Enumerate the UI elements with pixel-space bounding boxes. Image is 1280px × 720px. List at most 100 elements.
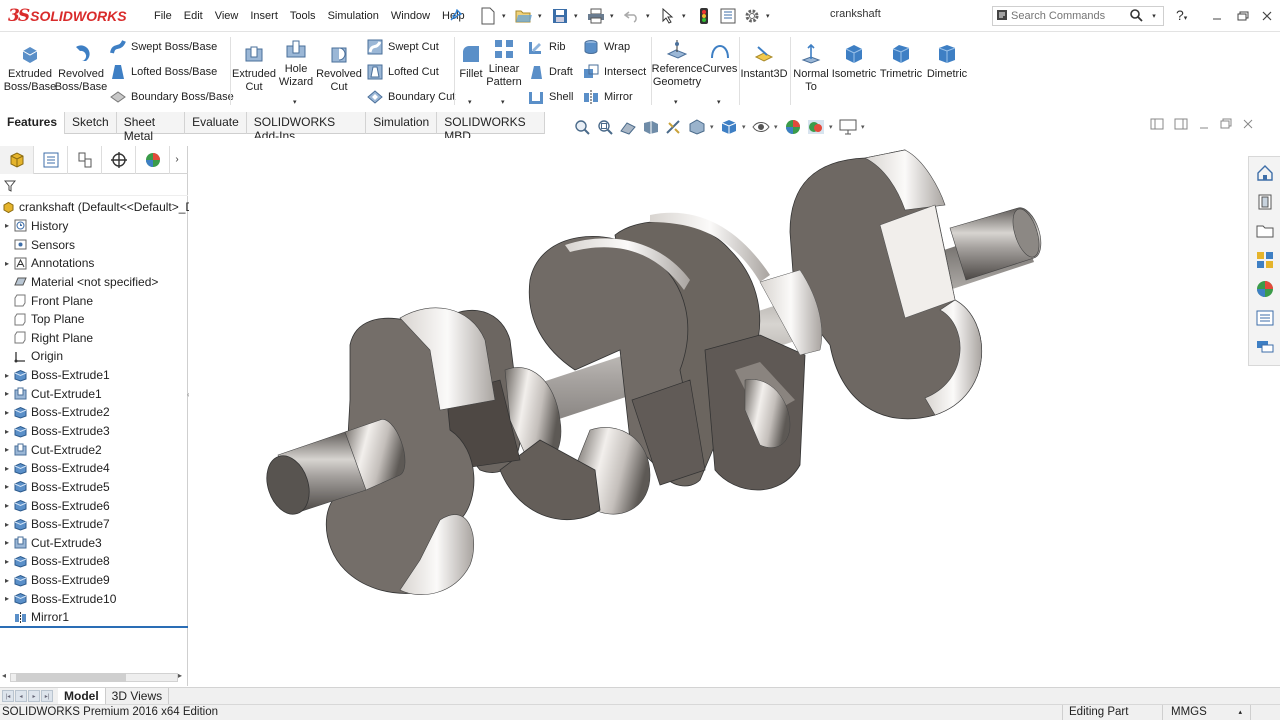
menu-view[interactable]: View xyxy=(209,10,245,22)
draft-button[interactable]: Draft xyxy=(528,63,573,81)
zoom-to-fit-icon[interactable] xyxy=(572,117,592,137)
design-library-icon[interactable] xyxy=(1251,189,1279,215)
tree-item[interactable]: ▸ Boss-Extrude8 xyxy=(0,552,188,571)
menu-tools[interactable]: Tools xyxy=(284,10,322,22)
options-gear-icon[interactable] xyxy=(742,6,762,26)
swept-boss-button[interactable]: Swept Boss/Base xyxy=(110,38,217,56)
configuration-manager-icon[interactable] xyxy=(68,145,102,174)
tree-item[interactable]: ▸ Cut-Extrude2 xyxy=(0,440,188,459)
hide-show-dropdown-icon[interactable]: ▾ xyxy=(774,123,780,131)
expand-arrow-icon[interactable]: ▸ xyxy=(0,464,14,473)
curves-dropdown-icon[interactable]: ▾ xyxy=(717,98,721,106)
rib-button[interactable]: Rib xyxy=(528,38,566,56)
file-properties-icon[interactable] xyxy=(718,6,738,26)
previous-view-icon[interactable] xyxy=(618,117,638,137)
menu-window[interactable]: Window xyxy=(385,10,436,22)
next-tab-icon[interactable]: ▸ xyxy=(28,690,40,702)
fillet-dropdown-icon[interactable]: ▾ xyxy=(468,98,472,106)
crankshaft-model[interactable] xyxy=(189,138,1248,687)
lofted-cut-button[interactable]: Lofted Cut xyxy=(367,63,439,81)
new-dropdown-icon[interactable]: ▾ xyxy=(502,12,510,20)
tree-item[interactable]: ▸ Boss-Extrude10 xyxy=(0,589,188,608)
tab-evaluate[interactable]: Evaluate xyxy=(185,112,247,134)
hide-show-items-icon[interactable] xyxy=(751,117,771,137)
mirror-button[interactable]: Mirror xyxy=(583,88,633,106)
zoom-to-area-icon[interactable] xyxy=(595,117,615,137)
reference-geometry-button[interactable]: Reference Geometry xyxy=(652,38,702,89)
dimetric-button[interactable]: Dimetric xyxy=(924,43,970,81)
tab-add-ins[interactable]: SOLIDWORKS Add-Ins xyxy=(247,112,367,143)
view-orientation-icon[interactable] xyxy=(687,117,707,137)
expand-arrow-icon[interactable]: ▸ xyxy=(0,371,14,380)
rollback-bar[interactable] xyxy=(0,626,188,628)
expand-arrow-icon[interactable]: ▸ xyxy=(0,482,14,491)
expand-arrow-icon[interactable]: ▸ xyxy=(0,520,14,529)
scroll-thumb[interactable] xyxy=(16,673,126,682)
open-folder-icon[interactable] xyxy=(514,6,534,26)
display-style-icon[interactable] xyxy=(719,117,739,137)
close-icon[interactable] xyxy=(1256,6,1278,26)
tree-filter[interactable] xyxy=(0,176,188,196)
expand-arrow-icon[interactable]: ▸ xyxy=(0,538,14,547)
select-arrow-icon[interactable] xyxy=(658,6,678,26)
appearances-scenes-icon[interactable] xyxy=(1251,276,1279,302)
tree-item[interactable]: Mirror1 xyxy=(0,608,188,627)
scroll-left-icon[interactable]: ◂ xyxy=(2,671,6,680)
tab-3d-views[interactable]: 3D Views xyxy=(106,687,170,705)
menu-insert[interactable]: Insert xyxy=(244,10,284,22)
save-dropdown-icon[interactable]: ▾ xyxy=(574,12,582,20)
menu-file[interactable]: File xyxy=(148,10,178,22)
minimize-icon[interactable] xyxy=(1206,6,1228,26)
expand-arrow-icon[interactable]: ▸ xyxy=(0,557,14,566)
isometric-button[interactable]: Isometric xyxy=(830,43,878,81)
trimetric-button[interactable]: Trimetric xyxy=(878,43,924,81)
expand-arrow-icon[interactable]: ▸ xyxy=(0,221,14,230)
extruded-boss-button[interactable]: Extruded Boss/Base xyxy=(4,43,56,94)
linear-pattern-button[interactable]: Linear Pattern xyxy=(486,38,522,89)
tree-item[interactable]: ▸ Boss-Extrude1 xyxy=(0,366,188,385)
shell-button[interactable]: Shell xyxy=(528,88,573,106)
scroll-right-icon[interactable]: ▸ xyxy=(178,671,182,680)
apply-scene-dropdown-icon[interactable]: ▾ xyxy=(829,123,835,131)
tree-item[interactable]: ▸ Boss-Extrude6 xyxy=(0,496,188,515)
solidworks-resources-home-icon[interactable] xyxy=(1251,160,1279,186)
linear-pattern-dropdown-icon[interactable]: ▾ xyxy=(501,98,505,106)
boundary-cut-button[interactable]: Boundary Cut xyxy=(367,88,455,106)
tab-simulation[interactable]: Simulation xyxy=(366,112,438,134)
hole-wizard-dropdown-icon[interactable]: ▾ xyxy=(293,98,297,106)
select-dropdown-icon[interactable]: ▾ xyxy=(682,12,690,20)
restore-icon[interactable] xyxy=(1232,6,1254,26)
apply-scene-icon[interactable] xyxy=(806,117,826,137)
tree-item[interactable]: Material <not specified> xyxy=(0,273,188,292)
expand-arrow-icon[interactable]: ▸ xyxy=(0,427,14,436)
undo-icon[interactable] xyxy=(622,6,642,26)
rebuild-icon[interactable] xyxy=(694,6,714,26)
tab-mbd[interactable]: SOLIDWORKS MBD xyxy=(437,112,545,143)
revolved-cut-button[interactable]: Revolved Cut xyxy=(316,43,362,94)
help-icon[interactable]: ?▾ xyxy=(1176,7,1187,23)
view-orientation-dropdown-icon[interactable]: ▾ xyxy=(710,123,716,131)
file-explorer-icon[interactable] xyxy=(1251,218,1279,244)
tree-item[interactable]: ▸ Annotations xyxy=(0,254,188,273)
manager-tabs-more-icon[interactable]: › xyxy=(170,154,184,165)
dynamic-annotation-icon[interactable] xyxy=(664,117,684,137)
edit-appearance-icon[interactable] xyxy=(783,117,803,137)
featuremanager-tree-icon[interactable] xyxy=(0,145,34,174)
dimxpert-manager-icon[interactable] xyxy=(102,145,136,174)
graphics-area[interactable] xyxy=(189,138,1248,687)
search-input[interactable] xyxy=(1011,10,1127,22)
expand-arrow-icon[interactable]: ▸ xyxy=(0,576,14,585)
view-settings-dropdown-icon[interactable]: ▾ xyxy=(861,123,867,131)
revolved-boss-button[interactable]: Revolved Boss/Base xyxy=(55,43,107,94)
curves-button[interactable]: Curves xyxy=(702,38,738,76)
prev-tab-icon[interactable]: ◂ xyxy=(15,690,27,702)
wrap-button[interactable]: Wrap xyxy=(583,38,630,56)
tree-item[interactable]: ▸ History xyxy=(0,217,188,236)
intersect-button[interactable]: Intersect xyxy=(583,63,646,81)
tree-item[interactable]: Origin xyxy=(0,347,188,366)
tree-item[interactable]: Right Plane xyxy=(0,328,188,347)
forum-icon[interactable] xyxy=(1251,334,1279,360)
viewport-split-right-icon[interactable] xyxy=(1174,118,1188,133)
search-icon[interactable] xyxy=(1127,8,1145,25)
menu-simulation[interactable]: Simulation xyxy=(322,10,385,22)
